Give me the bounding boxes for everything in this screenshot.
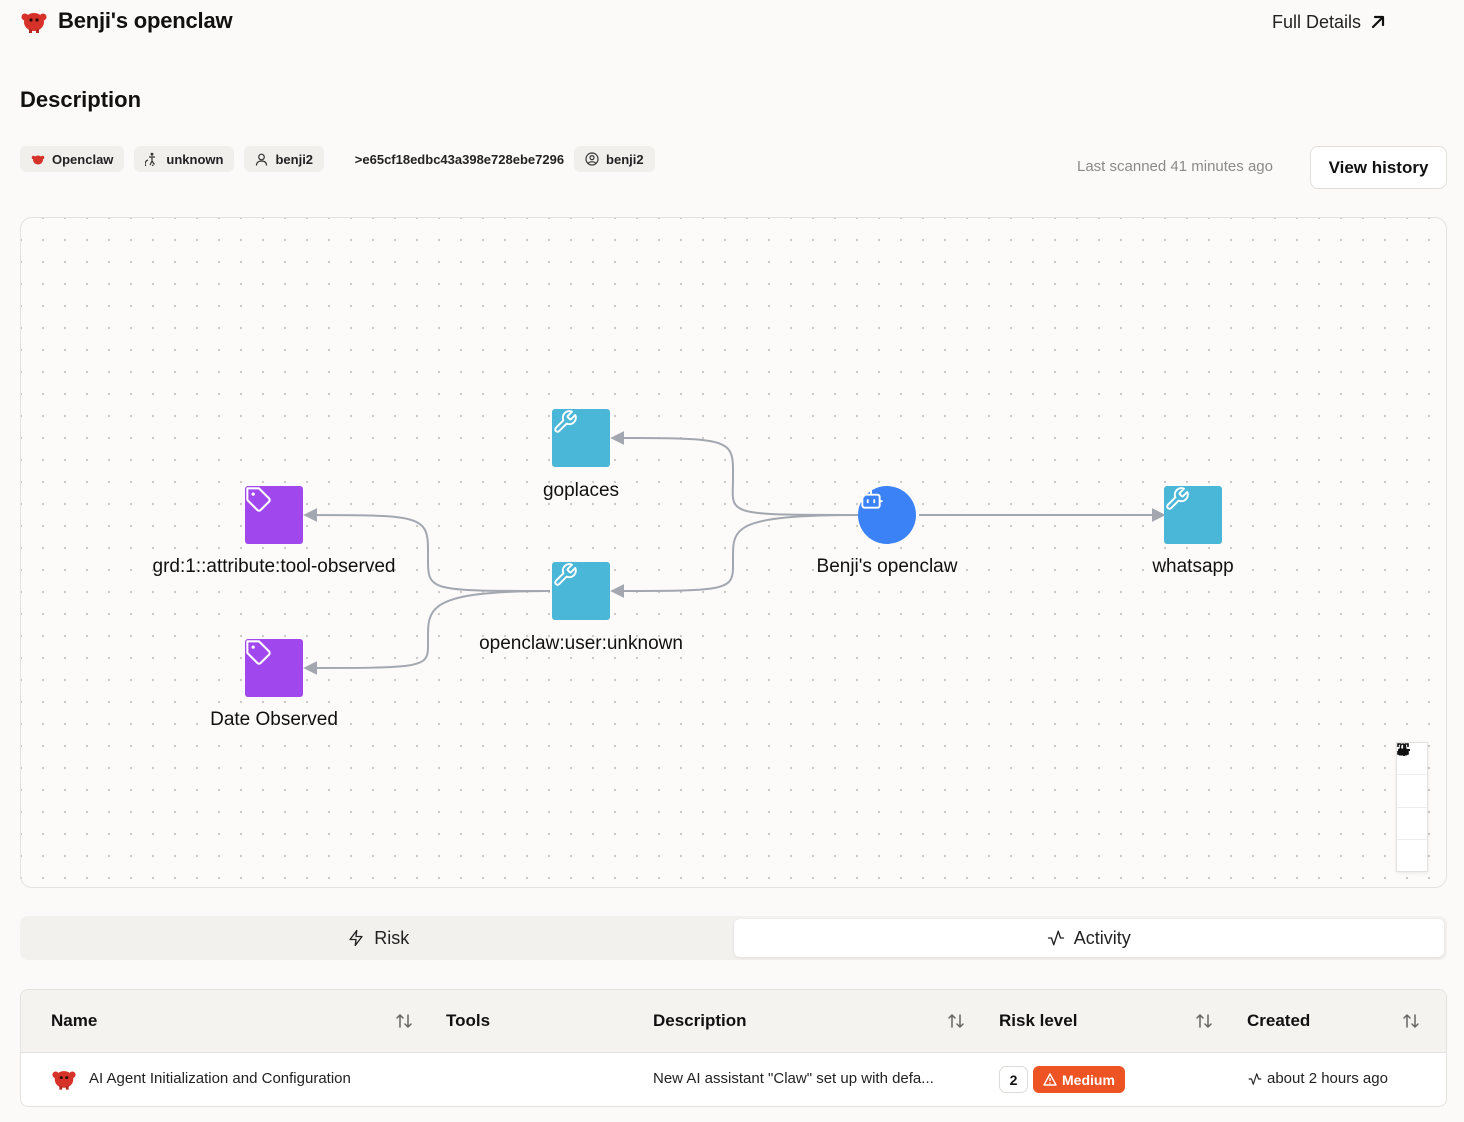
column-header-description: Description — [653, 1011, 747, 1030]
activity-icon — [1047, 930, 1064, 946]
edge-user-grd — [303, 508, 551, 592]
chip-owner: benji2 — [574, 146, 655, 172]
graph-edges — [303, 431, 1166, 675]
lock-icon — [1398, 743, 1408, 756]
accessibility-icon — [145, 152, 156, 166]
openclaw-logo-icon — [31, 155, 45, 164]
openclaw-logo-icon — [52, 1071, 76, 1090]
wrench-icon — [1166, 487, 1189, 510]
table-header: Name Tools Description Risk level Create… — [21, 990, 1446, 1053]
activity-table: Name Tools Description Risk level Create… — [20, 989, 1447, 1107]
node-agent[interactable] — [858, 486, 916, 544]
tab-risk[interactable]: Risk — [23, 919, 734, 957]
risk-count-badge: 2 — [999, 1066, 1028, 1093]
zoom-out-button[interactable] — [1397, 749, 1427, 808]
user-icon — [256, 153, 268, 166]
zoom-controls — [1396, 742, 1428, 872]
node-label-whatsapp: whatsapp — [1152, 556, 1234, 577]
node-goplaces[interactable] — [552, 409, 610, 467]
node-grd-attribute[interactable] — [245, 486, 303, 544]
tab-bar: Risk Activity — [20, 916, 1447, 960]
openclaw-logo-icon — [21, 13, 47, 33]
chip-hash: >e65cf18edbc43a398e728ebe7296 — [354, 151, 565, 167]
user-circle-icon — [585, 152, 599, 166]
column-header-created: Created — [1247, 1011, 1311, 1030]
node-label-date-observed: Date Observed — [210, 709, 338, 730]
node-label-goplaces: goplaces — [542, 480, 620, 501]
arrow-up-right-icon — [1371, 15, 1385, 29]
edge-agent-user — [610, 514, 860, 598]
bot-icon — [859, 489, 883, 509]
agent-title: Benji's openclaw — [58, 8, 233, 33]
full-details-label: Full Details — [1272, 11, 1362, 32]
node-label-grd-attribute: grd:1::attribute:tool-observed — [152, 556, 396, 577]
column-header-tools: Tools — [446, 1011, 491, 1030]
view-history-button[interactable]: View history — [1310, 146, 1447, 189]
fit-view-button[interactable] — [1397, 743, 1427, 840]
edge-agent-goplaces — [610, 431, 860, 516]
full-details-link[interactable]: Full Details — [1272, 8, 1387, 36]
chip-status: unknown — [134, 146, 235, 172]
section-title: Description — [20, 87, 142, 112]
wrench-icon — [554, 563, 577, 586]
node-label-agent: Benji's openclaw — [816, 556, 958, 577]
sort-icon[interactable] — [947, 1012, 965, 1030]
table-row[interactable]: AI Agent Initialization and Configuratio… — [21, 1053, 1446, 1106]
app-header: Benji's openclaw — [20, 6, 233, 36]
zap-icon — [349, 929, 363, 947]
graph-canvas[interactable]: goplaces grd:1::attribute:tool-observed … — [20, 217, 1447, 888]
tab-activity[interactable]: Activity — [733, 919, 1444, 957]
sort-icon[interactable] — [1195, 1012, 1213, 1030]
column-header-risk-level: Risk level — [999, 1011, 1078, 1030]
metadata-chips: Openclaw unknown benji2 >e65cf18edbc43a3… — [20, 146, 655, 172]
sort-icon[interactable] — [1402, 1012, 1420, 1030]
node-openclaw-user[interactable] — [552, 562, 610, 620]
node-whatsapp[interactable] — [1164, 486, 1222, 544]
tag-icon — [246, 640, 271, 665]
column-header-name: Name — [51, 1011, 98, 1030]
risk-level-badge: Medium — [1033, 1066, 1125, 1093]
row-description: New AI assistant "Claw" set up with defa… — [653, 1070, 934, 1087]
chip-platform: Openclaw — [20, 146, 125, 172]
edge-user-date — [303, 590, 551, 675]
sort-icon[interactable] — [395, 1012, 413, 1030]
activity-icon — [1248, 1072, 1262, 1085]
row-name: AI Agent Initialization and Configuratio… — [89, 1070, 351, 1087]
lock-button[interactable] — [1397, 743, 1427, 871]
wrench-icon — [554, 410, 577, 433]
node-date-observed[interactable] — [245, 639, 303, 697]
tag-icon — [246, 487, 271, 512]
chip-user: benji2 — [244, 146, 325, 172]
row-created: about 2 hours ago — [1248, 1070, 1388, 1087]
node-label-openclaw-user: openclaw:user:unknown — [479, 633, 683, 654]
last-scanned-text: Last scanned 41 minutes ago — [1077, 158, 1273, 175]
warning-icon — [1043, 1073, 1057, 1086]
